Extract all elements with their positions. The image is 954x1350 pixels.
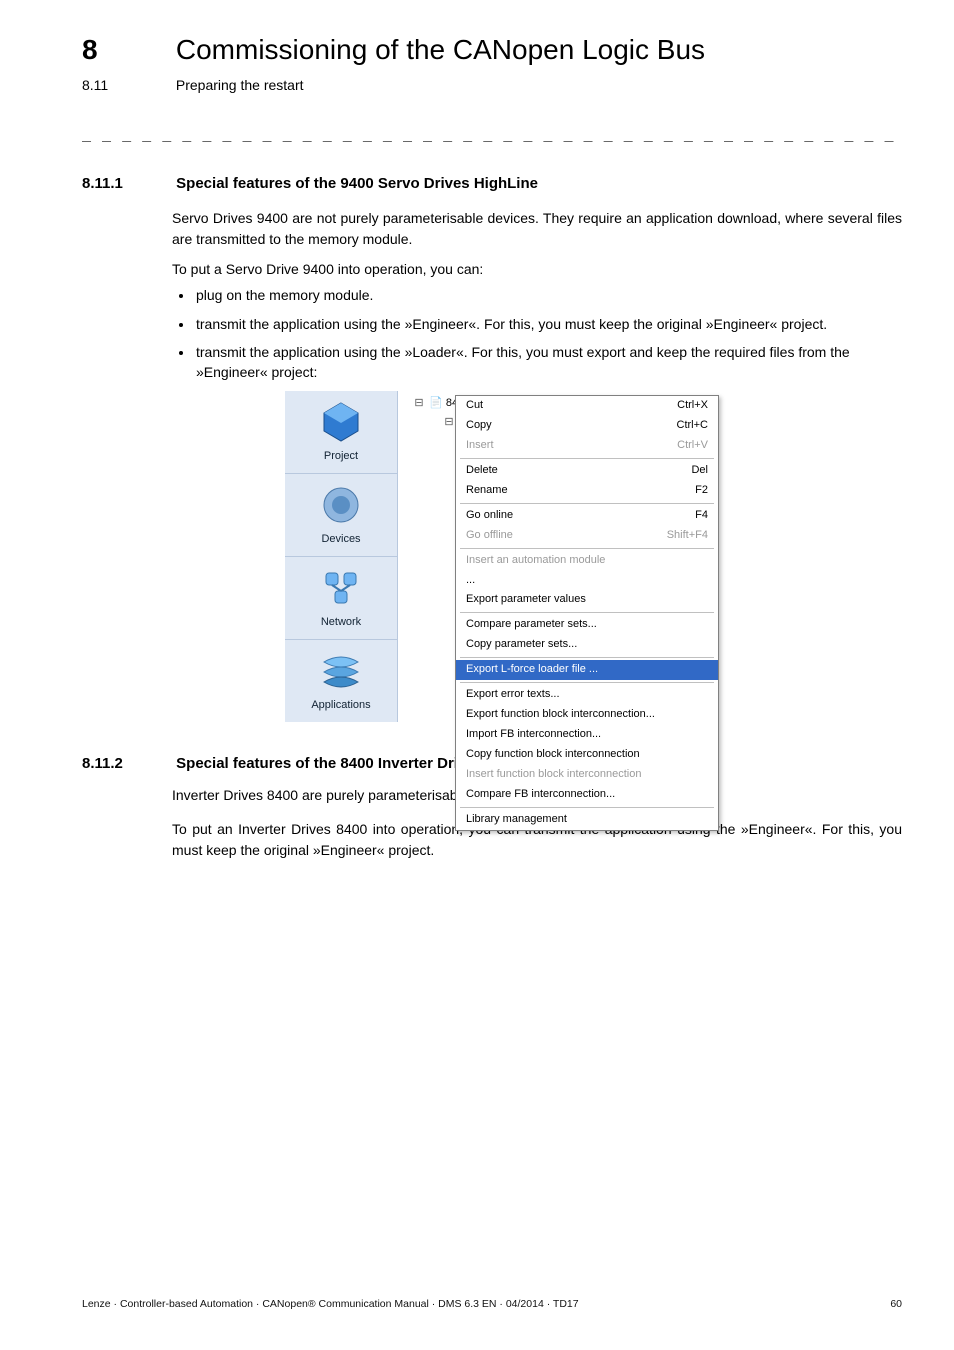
menu-shortcut: Ctrl+C xyxy=(677,418,708,434)
menu-item-copy-param[interactable]: Copy parameter sets... xyxy=(456,635,718,655)
sidebar-item-label: Applications xyxy=(311,698,370,714)
sidebar: Project Devices xyxy=(285,391,398,722)
menu-item-copy-fb[interactable]: Copy function block interconnection xyxy=(456,745,718,765)
sidebar-item-network[interactable]: Network xyxy=(285,557,397,640)
subsection-title-1: Special features of the 9400 Servo Drive… xyxy=(176,175,538,192)
menu-shortcut: F4 xyxy=(695,508,708,524)
menu-label: Insert an automation module xyxy=(466,553,605,569)
network-icon xyxy=(318,565,364,611)
menu-item-copy[interactable]: Copy Ctrl+C xyxy=(456,416,718,436)
menu-item-go-offline: Go offline Shift+F4 xyxy=(456,526,718,546)
menu-label: Export error texts... xyxy=(466,687,560,703)
section-title: Preparing the restart xyxy=(176,75,304,95)
menu-label: Go offline xyxy=(466,528,513,544)
para-2: To put a Servo Drive 9400 into operation… xyxy=(172,259,902,279)
context-menu: Cut Ctrl+X Copy Ctrl+C Insert Ctrl+V Delete… xyxy=(455,395,719,831)
menu-label: Cut xyxy=(466,398,483,414)
menu-label: Library management xyxy=(466,812,567,828)
menu-item-import-fb[interactable]: Import FB interconnection... xyxy=(456,725,718,745)
menu-separator xyxy=(460,807,714,808)
menu-item-export-fb[interactable]: Export function block interconnection... xyxy=(456,705,718,725)
menu-shortcut: Ctrl+X xyxy=(677,398,708,414)
subsection-number-2: 8.11.2 xyxy=(82,753,172,775)
sidebar-item-project[interactable]: Project xyxy=(285,391,397,474)
menu-label: Export parameter values xyxy=(466,592,586,608)
subsection-title-2: Special features of the 8400 Inverter Dr… xyxy=(176,755,483,772)
menu-item-compare-fb[interactable]: Compare FB interconnection... xyxy=(456,785,718,805)
page-header: 8 Commissioning of the CANopen Logic Bus… xyxy=(82,30,902,95)
menu-label: Compare parameter sets... xyxy=(466,617,597,633)
project-icon xyxy=(318,399,364,445)
menu-item-export-param[interactable]: Export parameter values xyxy=(456,590,718,610)
menu-separator xyxy=(460,682,714,683)
project-icon-small: 📄 xyxy=(429,397,443,409)
menu-item-compare-param[interactable]: Compare parameter sets... xyxy=(456,615,718,635)
menu-item-cut[interactable]: Cut Ctrl+X xyxy=(456,396,718,416)
menu-label: Compare FB interconnection... xyxy=(466,787,615,803)
menu-separator xyxy=(460,612,714,613)
subsection-number-1: 8.11.1 xyxy=(82,173,172,195)
divider-rule: _ _ _ _ _ _ _ _ _ _ _ _ _ _ _ _ _ _ _ _ … xyxy=(82,123,902,145)
sidebar-item-applications[interactable]: Applications xyxy=(285,640,397,722)
menu-label: Copy xyxy=(466,418,492,434)
menu-item-export-loader[interactable]: Export L-force loader file ... xyxy=(456,660,718,680)
menu-shortcut: Ctrl+V xyxy=(677,438,708,454)
menu-separator xyxy=(460,657,714,658)
list-item: plug on the memory module. xyxy=(194,285,902,305)
menu-label: Delete xyxy=(466,463,498,479)
sidebar-item-label: Network xyxy=(321,615,361,631)
menu-item-ellipsis[interactable]: ... xyxy=(456,571,718,591)
menu-label: Go online xyxy=(466,508,513,524)
chapter-title: Commissioning of the CANopen Logic Bus xyxy=(176,30,705,71)
menu-label: Copy function block interconnection xyxy=(466,747,640,763)
collapse-icon[interactable]: ⊟ xyxy=(412,396,426,412)
menu-label: Export function block interconnection... xyxy=(466,707,655,723)
menu-label: Insert function block interconnection xyxy=(466,767,642,783)
menu-label: Export L-force loader file ... xyxy=(466,662,598,678)
menu-item-export-error[interactable]: Export error texts... xyxy=(456,685,718,705)
menu-item-go-online[interactable]: Go online F4 xyxy=(456,506,718,526)
menu-shortcut: Shift+F4 xyxy=(667,528,708,544)
applications-icon xyxy=(318,648,364,694)
menu-item-insert: Insert Ctrl+V xyxy=(456,436,718,456)
devices-icon xyxy=(318,482,364,528)
menu-label: Rename xyxy=(466,483,508,499)
list-item: transmit the application using the »Engi… xyxy=(194,314,902,334)
menu-item-delete[interactable]: Delete Del xyxy=(456,461,718,481)
menu-separator xyxy=(460,458,714,459)
menu-label: Import FB interconnection... xyxy=(466,727,601,743)
bullet-list: plug on the memory module. transmit the … xyxy=(172,285,902,382)
sidebar-item-label: Project xyxy=(324,449,358,465)
chapter-number: 8 xyxy=(82,30,172,71)
page-number: 60 xyxy=(890,1297,902,1312)
list-item: transmit the application using the »Load… xyxy=(194,342,902,383)
menu-label: Copy parameter sets... xyxy=(466,637,577,653)
page-footer: Lenze · Controller-based Automation · CA… xyxy=(82,1297,902,1312)
menu-label: ... xyxy=(466,573,475,589)
footer-text: Lenze · Controller-based Automation · CA… xyxy=(82,1297,579,1312)
sidebar-item-label: Devices xyxy=(321,532,360,548)
menu-shortcut: F2 xyxy=(695,483,708,499)
menu-shortcut: Del xyxy=(691,463,708,479)
menu-item-rename[interactable]: Rename F2 xyxy=(456,481,718,501)
collapse-icon[interactable]: ⊟ xyxy=(442,415,456,431)
menu-item-insert-auto: Insert an automation module xyxy=(456,551,718,571)
menu-item-library[interactable]: Library management xyxy=(456,810,718,830)
sidebar-item-devices[interactable]: Devices xyxy=(285,474,397,557)
menu-separator xyxy=(460,503,714,504)
menu-separator xyxy=(460,548,714,549)
menu-label: Insert xyxy=(466,438,494,454)
section-number: 8.11 xyxy=(82,75,172,95)
subsection-heading-1: 8.11.1 Special features of the 9400 Serv… xyxy=(82,173,902,195)
para-1: Servo Drives 9400 are not purely paramet… xyxy=(172,208,902,249)
menu-item-insert-fb: Insert function block interconnection xyxy=(456,765,718,785)
